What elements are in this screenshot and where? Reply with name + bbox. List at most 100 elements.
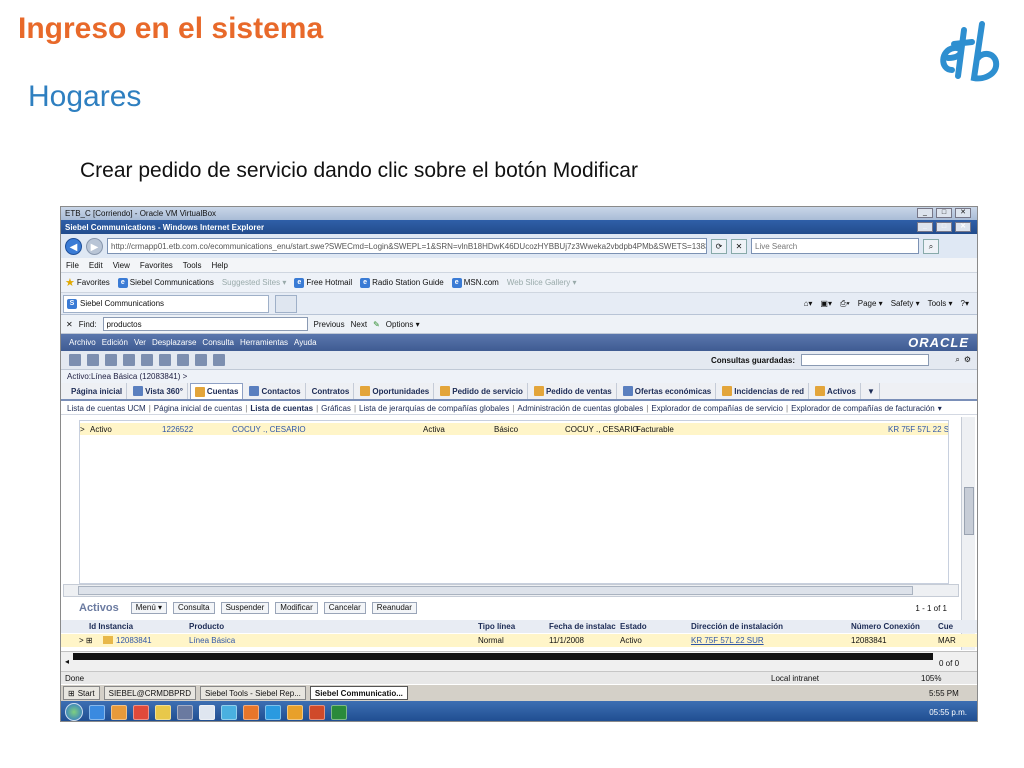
firefox-icon[interactable] [243, 704, 259, 720]
menu-button[interactable]: Menú ▾ [130, 602, 167, 614]
page-menu[interactable]: Page ▾ [858, 299, 883, 308]
col-fecha-instalacion[interactable]: Fecha de instalac [549, 622, 616, 631]
siebel-menu-archivo[interactable]: Archivo [69, 338, 96, 347]
tab-pedido-ventas[interactable]: Pedido de ventas [530, 383, 617, 399]
reanudar-button[interactable]: Reanudar [371, 602, 417, 614]
highlight-icon[interactable]: ✎ [373, 320, 380, 329]
fav-radio[interactable]: e Radio Station Guide [360, 277, 444, 288]
menu-view[interactable]: View [113, 261, 130, 270]
more-tabs-icon[interactable]: ▼ [863, 383, 880, 399]
tab-activos[interactable]: Activos [811, 383, 861, 399]
ie-close-button[interactable]: ✕ [955, 222, 971, 232]
minimize-button[interactable]: _ [917, 208, 933, 218]
find-options-button[interactable]: Options ▾ [386, 320, 420, 329]
saved-queries-select[interactable] [801, 354, 929, 366]
tab-incidencias-red[interactable]: Incidencias de red [718, 383, 810, 399]
taskbar-siebel-communications[interactable]: Siebel Communicatio... [309, 686, 408, 700]
address-input[interactable]: http://crmapp01.etb.com.co/ecommunicatio… [107, 238, 707, 254]
suspender-button[interactable]: Suspender [220, 602, 270, 614]
tools-menu[interactable]: Tools ▾ [928, 299, 953, 308]
view-tab-admin-globales[interactable]: Administración de cuentas globales [517, 404, 643, 413]
fav-web-slice[interactable]: Web Slice Gallery ▾ [507, 278, 577, 287]
tab-pagina-inicial[interactable]: Página inicial [67, 383, 128, 399]
horizontal-scrollbar[interactable] [63, 584, 959, 597]
maximize-button[interactable]: □ [936, 208, 952, 218]
clipboard-icon[interactable] [177, 354, 189, 366]
print-icon[interactable]: ⎙▾ [840, 299, 850, 309]
safety-menu[interactable]: Safety ▾ [891, 299, 920, 308]
siebel-menu-desplazarse[interactable]: Desplazarse [152, 338, 196, 347]
fav-suggested-sites[interactable]: Suggested Sites ▾ [222, 278, 287, 287]
forward-icon[interactable]: ▶ [86, 237, 103, 255]
cell-name[interactable]: COCUY ., CESARIO [232, 425, 306, 434]
skype-icon[interactable] [265, 704, 281, 720]
ie-maximize-button[interactable]: □ [936, 222, 952, 232]
ie-minimize-button[interactable]: _ [917, 222, 933, 232]
help-icon[interactable]: ?▾ [961, 299, 969, 308]
find-input[interactable]: productos [102, 317, 308, 331]
network-icon[interactable] [177, 704, 193, 720]
feeds-icon[interactable]: ▣▾ [820, 299, 832, 308]
siebel-menu-ayuda[interactable]: Ayuda [294, 338, 317, 347]
powerpoint-icon[interactable] [309, 704, 325, 720]
back-icon[interactable]: ◀ [65, 237, 82, 255]
find-close-icon[interactable]: ✕ [66, 320, 73, 329]
col-numero-conexion[interactable]: Número Conexión [851, 622, 920, 631]
browser-tab-siebel[interactable]: S Siebel Communications [63, 294, 269, 313]
menu-file[interactable]: File [66, 261, 79, 270]
scroll-thumb[interactable] [964, 487, 974, 535]
tab-oportunidades[interactable]: Oportunidades [356, 383, 435, 399]
list-icon[interactable] [69, 354, 81, 366]
zoom-label[interactable]: 105% [921, 674, 941, 683]
col-producto[interactable]: Producto [189, 622, 224, 631]
menu-tools[interactable]: Tools [183, 261, 202, 270]
col-id-instancia[interactable]: Id Instancia [89, 622, 133, 631]
scroll-thumb[interactable] [78, 586, 913, 595]
ie-icon[interactable] [89, 704, 105, 720]
scroll-left-icon[interactable]: ◂ [65, 657, 69, 666]
col-cuenta[interactable]: Cue [938, 622, 953, 631]
taskbar-siebel-tools[interactable]: Siebel Tools - Siebel Rep... [199, 686, 306, 700]
consulta-button[interactable]: Consulta [173, 602, 215, 614]
find-next-button[interactable]: Next [351, 320, 367, 329]
fav-hotmail[interactable]: e Free Hotmail [294, 277, 352, 288]
siebel-menu-edicion[interactable]: Edición [102, 338, 128, 347]
cell-id[interactable]: 1226522 [162, 425, 193, 434]
find-previous-button[interactable]: Previous [314, 320, 345, 329]
start-button[interactable]: ⊞ Start [63, 686, 100, 700]
mail-icon[interactable] [213, 354, 225, 366]
live-search-input[interactable]: Live Search [751, 238, 919, 254]
edit-icon[interactable] [123, 354, 135, 366]
folder-icon[interactable] [155, 704, 171, 720]
windows-start-orb[interactable] [65, 703, 83, 721]
siebel-menu-herramientas[interactable]: Herramientas [240, 338, 288, 347]
home-icon[interactable]: ⌂▾ [804, 299, 813, 308]
view-tab-jerarquias[interactable]: Lista de jerarquías de compañías globale… [359, 404, 509, 413]
fav-siebel[interactable]: e Siebel Communications [117, 277, 214, 288]
col-estado[interactable]: Estado [620, 622, 647, 631]
tab-cuentas[interactable]: Cuentas [189, 383, 244, 399]
tab-ofertas-economicas[interactable]: Ofertas económicas [619, 383, 717, 399]
binoculars-icon[interactable] [141, 354, 153, 366]
stop-button[interactable]: ✕ [731, 238, 747, 254]
save-icon[interactable] [87, 354, 99, 366]
view-tab-inicio-cuentas[interactable]: Página inicial de cuentas [154, 404, 243, 413]
col-direccion[interactable]: Dirección de instalación [691, 622, 783, 631]
taskbar-siebel-db[interactable]: SIEBEL@CRMDBPRD [103, 686, 196, 700]
chrome-icon[interactable] [133, 704, 149, 720]
print-icon[interactable] [195, 354, 207, 366]
tab-pedido-servicio[interactable]: Pedido de servicio [436, 383, 528, 399]
siebel-menu-consulta[interactable]: Consulta [202, 338, 234, 347]
settings-icon[interactable]: ⚙ [964, 355, 971, 365]
table-row[interactable]: > Activo 1226522 COCUY ., CESARIO Activa… [80, 423, 948, 435]
cell-id-instancia[interactable]: 12083841 [116, 636, 152, 645]
query-icon[interactable] [159, 354, 171, 366]
search-icon[interactable]: ⌕ [923, 238, 939, 254]
tab-vista-360[interactable]: Vista 360° [129, 383, 188, 399]
view-tab-explorador-servicio[interactable]: Explorador de compañías de servicio [651, 404, 783, 413]
cell-direccion[interactable]: KR 75F 57L 22 SUR [691, 636, 764, 645]
view-tabs-dropdown-icon[interactable]: ▾ [938, 404, 942, 413]
cell-address[interactable]: KR 75F 57L 22 SUR [888, 425, 948, 434]
expand-icon[interactable]: > [80, 425, 85, 434]
table-row[interactable]: > ⊞ 12083841 Línea Básica Normal 11/1/20… [61, 634, 977, 647]
